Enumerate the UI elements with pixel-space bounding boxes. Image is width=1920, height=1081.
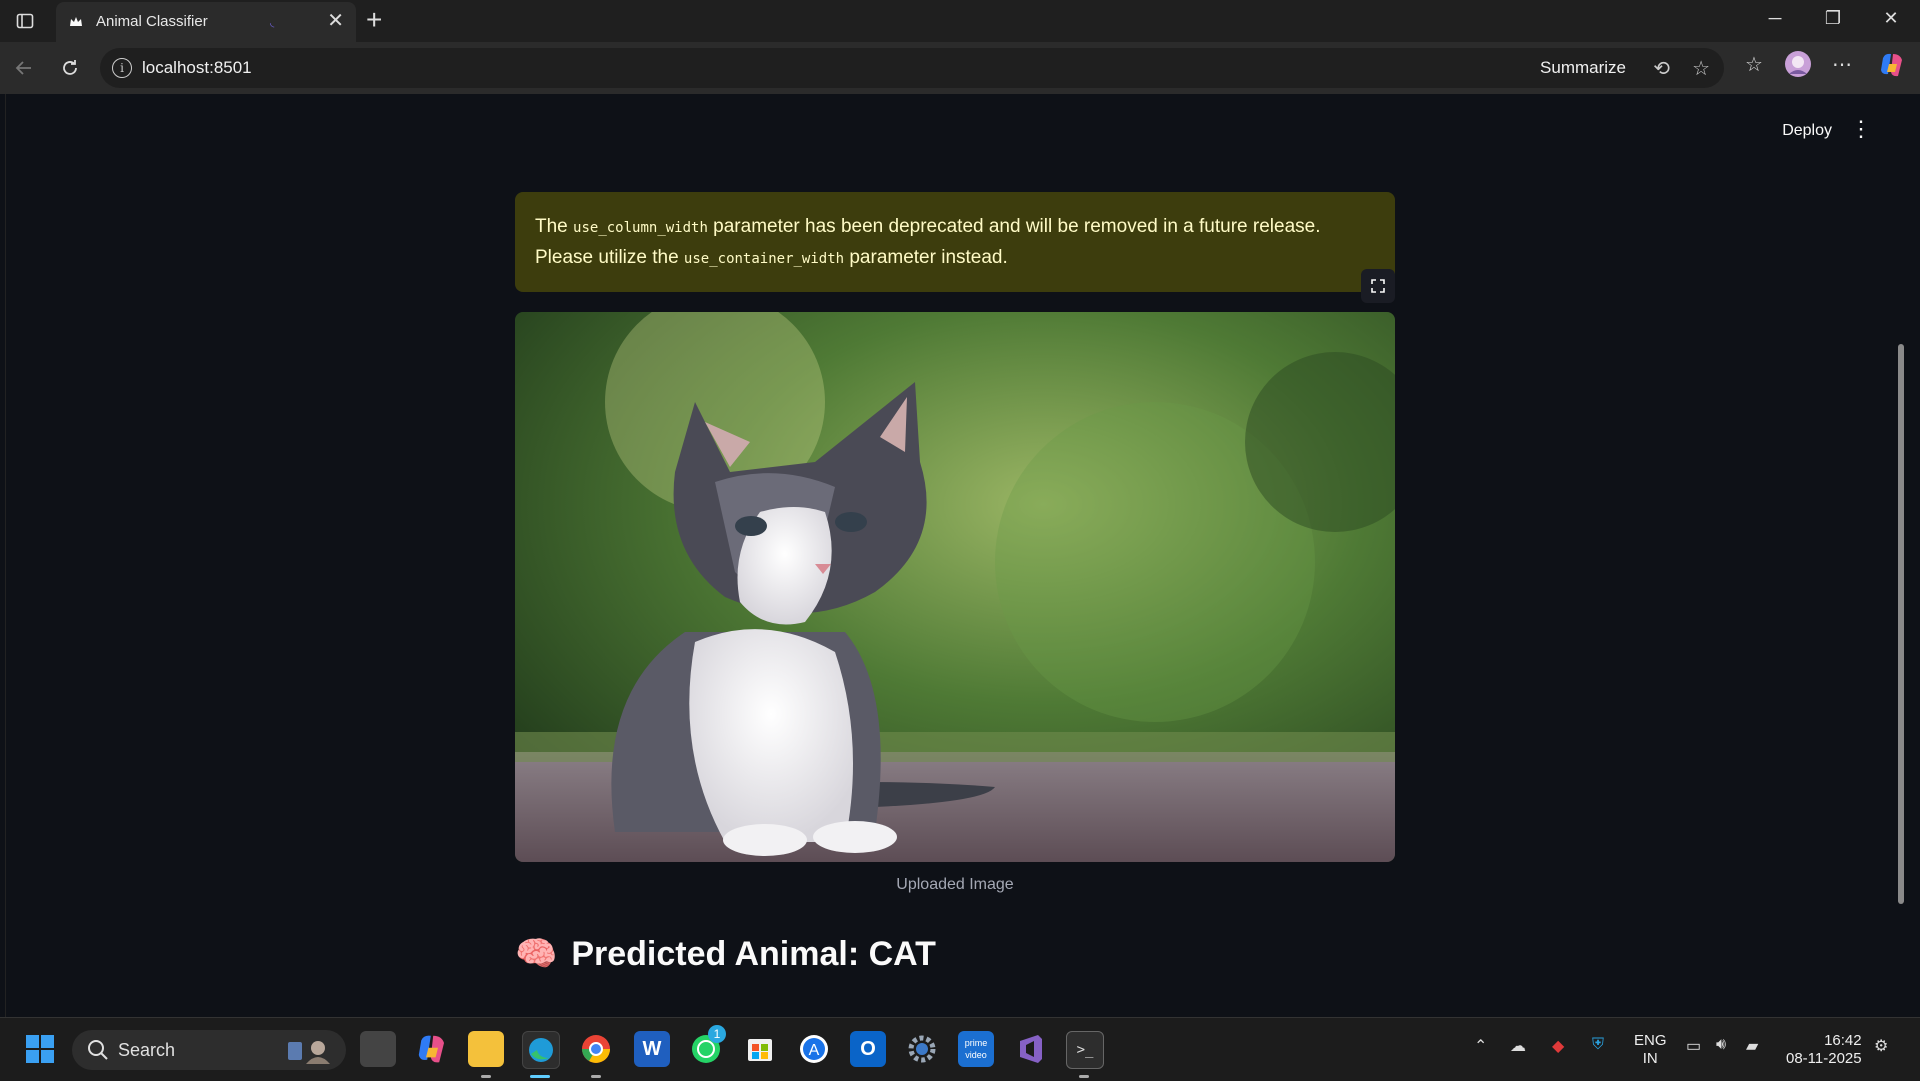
edge-active-indicator — [530, 1075, 550, 1078]
avatar-icon — [1785, 51, 1811, 77]
app-page: Deploy ⋮ The use_column_width parameter … — [5, 94, 1908, 1017]
windows-logo-icon — [26, 1035, 54, 1063]
show-hidden-icons[interactable]: ⌃ — [1474, 1036, 1487, 1056]
task-view-icon[interactable] — [360, 1031, 396, 1067]
back-arrow-icon — [15, 61, 31, 75]
onedrive-icon[interactable]: ☁ — [1510, 1036, 1526, 1056]
tab-close-icon[interactable]: ✕ — [327, 11, 344, 31]
date-text: 08-11-2025 — [1786, 1050, 1862, 1067]
whatsapp-icon[interactable]: 1 — [688, 1025, 726, 1067]
a-logo-icon: A — [800, 1035, 828, 1063]
browser-tab-strip: Animal Classifier ◟ ✕ + ─ ❐ ✕ — [0, 0, 1920, 42]
gear-icon — [908, 1035, 936, 1063]
page-scrollbar[interactable] — [1894, 94, 1908, 1017]
browser-tab-active[interactable]: Animal Classifier ◟ ✕ — [56, 2, 356, 42]
favorites-icon[interactable]: ☆ — [1738, 52, 1770, 77]
profile-avatar[interactable] — [1782, 50, 1814, 84]
address-bar[interactable]: i localhost:8501 Summarize ⟲ ☆ — [100, 48, 1724, 88]
main-menu-icon[interactable]: ⋮ — [1850, 118, 1872, 140]
favorite-star-icon[interactable]: ☆ — [1692, 56, 1710, 81]
app-launcher-icon[interactable]: A — [796, 1031, 832, 1067]
file-explorer-icon[interactable] — [468, 1031, 504, 1067]
prime-video-icon[interactable]: prime video — [958, 1031, 994, 1067]
search-highlight-icon — [288, 1041, 330, 1064]
prediction-heading: 🧠 Predicted Animal: CAT — [515, 934, 936, 974]
image-caption: Uploaded Image — [896, 876, 1014, 893]
mcafee-icon[interactable]: ◆ — [1552, 1036, 1564, 1056]
visual-studio-icon[interactable] — [1012, 1031, 1048, 1067]
start-button[interactable] — [22, 1031, 58, 1067]
volume-icon[interactable]: 🔊︎ — [1716, 1036, 1726, 1054]
restore-button[interactable]: ❐ — [1818, 8, 1848, 29]
copilot-app-icon[interactable] — [414, 1031, 450, 1067]
more-menu-icon[interactable]: ⋯ — [1826, 52, 1858, 77]
region-code: IN — [1642, 1050, 1658, 1067]
new-tab-button[interactable]: + — [366, 6, 382, 34]
tab-title: Animal Classifier — [96, 13, 208, 30]
deploy-button[interactable]: Deploy — [1782, 122, 1832, 140]
refresh-icon — [63, 60, 77, 75]
outlook-icon[interactable]: O — [850, 1031, 886, 1067]
deprecation-warning: The use_column_width parameter has been … — [515, 192, 1395, 292]
notification-badge: 1 — [708, 1025, 726, 1043]
minimize-button[interactable]: ─ — [1760, 8, 1790, 29]
search-placeholder: Search — [118, 1040, 176, 1060]
store-logo-icon — [748, 1039, 772, 1061]
uploaded-image — [515, 312, 1395, 862]
terminal-running-indicator — [1079, 1075, 1089, 1078]
tab-actions-button[interactable] — [10, 6, 40, 36]
warning-text: The use_column_width parameter has been … — [535, 212, 1383, 274]
lang-code: ENG — [1634, 1032, 1667, 1049]
defender-icon[interactable]: ⛨ — [1592, 1036, 1604, 1054]
back-button[interactable] — [8, 52, 40, 84]
edge-logo-icon — [529, 1038, 553, 1062]
warning-text-part: The — [535, 216, 574, 237]
microsoft-store-icon[interactable] — [742, 1031, 778, 1067]
summarize-button[interactable]: Summarize — [1540, 58, 1626, 78]
word-icon[interactable]: W — [634, 1031, 670, 1067]
copilot-icon — [1881, 53, 1902, 77]
copilot-taskbar-icon — [418, 1035, 444, 1063]
warning-text-part: parameter instead. — [844, 247, 1008, 268]
kitten-photo — [515, 312, 1395, 862]
code-use-column-width: use_column_width — [573, 220, 708, 236]
brain-icon: 🧠 — [515, 935, 558, 973]
explorer-running-indicator — [481, 1075, 491, 1078]
chrome-running-indicator — [591, 1075, 601, 1078]
time-text: 16:42 — [1824, 1032, 1862, 1049]
window-close-button[interactable]: ✕ — [1876, 8, 1906, 29]
vs-logo-icon — [1020, 1035, 1042, 1063]
terminal-icon[interactable]: >_ — [1066, 1031, 1104, 1069]
prediction-text: Predicted Animal: CAT — [571, 934, 936, 973]
copilot-summarize-icon[interactable]: ⟲ — [1653, 56, 1670, 81]
site-info-icon[interactable]: i — [112, 58, 132, 78]
url-text[interactable]: localhost:8501 — [142, 58, 252, 78]
loading-icon: ◟ — [270, 17, 275, 29]
search-icon — [88, 1040, 108, 1060]
svg-text:A: A — [809, 1042, 820, 1059]
code-use-container-width: use_container_width — [683, 251, 845, 267]
copilot-button[interactable] — [1876, 50, 1908, 86]
scrollbar-thumb[interactable] — [1898, 344, 1904, 904]
expand-icon — [1371, 279, 1385, 293]
settings-icon[interactable] — [904, 1031, 940, 1067]
edge-browser-icon[interactable] — [522, 1031, 560, 1069]
browser-toolbar: i localhost:8501 Summarize ⟲ ☆ ☆ ⋯ — [0, 42, 1920, 94]
battery-icon[interactable]: ▰ — [1746, 1036, 1758, 1056]
notifications-icon[interactable]: ⚙ — [1874, 1036, 1888, 1056]
network-icon[interactable]: ▭ — [1686, 1036, 1701, 1056]
streamlit-crown-icon — [70, 17, 82, 26]
chrome-icon[interactable] — [578, 1031, 614, 1067]
chrome-logo-icon — [582, 1035, 610, 1063]
taskbar-search[interactable]: Search — [72, 1030, 346, 1070]
language-indicator[interactable]: ENG IN — [1634, 1032, 1667, 1068]
clock[interactable]: 16:42 08-11-2025 — [1786, 1032, 1862, 1068]
fullscreen-button[interactable] — [1361, 269, 1395, 303]
tab-actions-icon — [16, 13, 34, 29]
windows-taskbar: Search W 1 A O prime video >_ ⌃ ☁ ◆ ⛨ EN… — [0, 1017, 1920, 1081]
refresh-button[interactable] — [54, 52, 86, 84]
